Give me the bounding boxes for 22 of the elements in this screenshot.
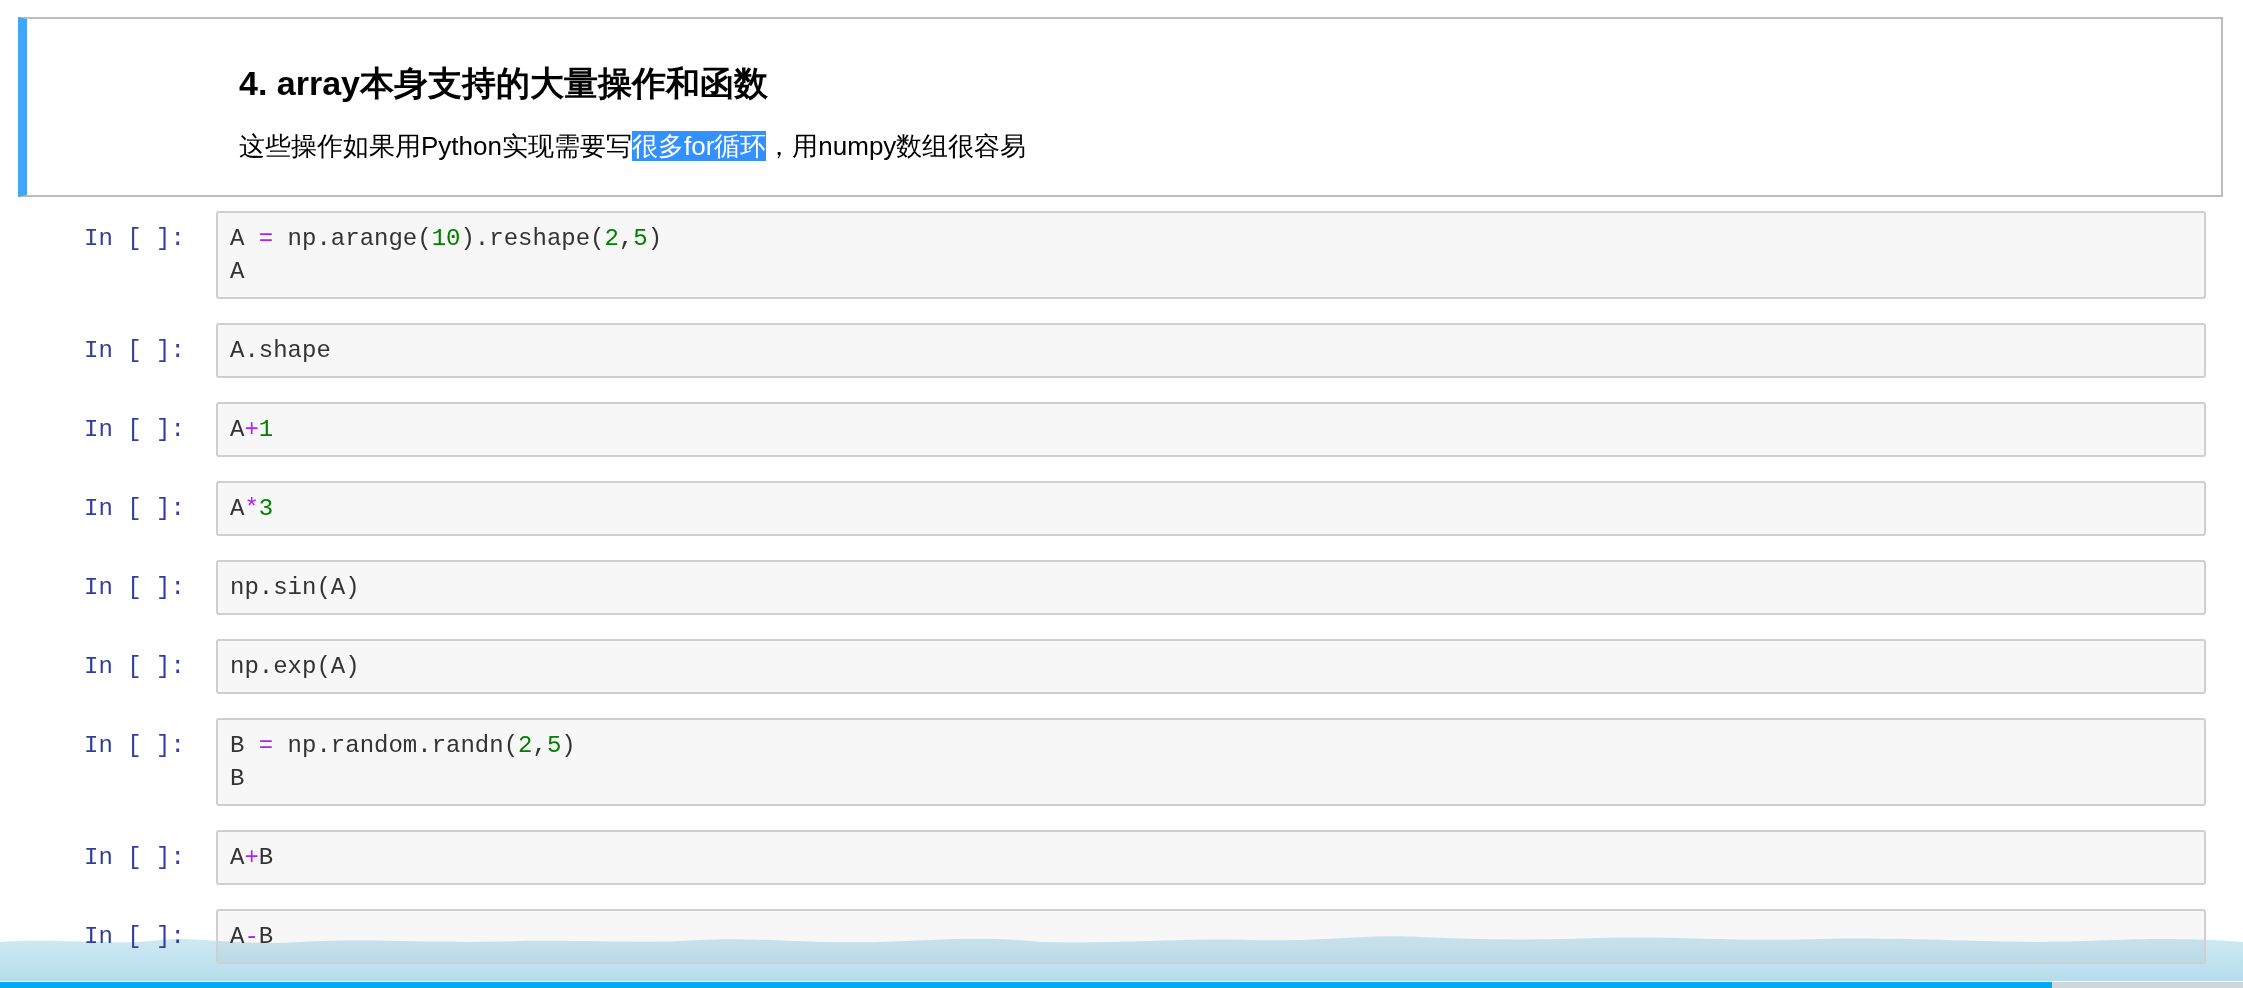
code-input[interactable]: B = np.random.randn(2,5) B bbox=[216, 718, 2206, 806]
input-prompt: In [ ]: bbox=[84, 922, 186, 950]
input-prompt: In [ ]: bbox=[84, 494, 186, 522]
input-prompt: In [ ]: bbox=[84, 336, 186, 364]
section-heading: 4. array本身支持的大量操作和函数 bbox=[239, 63, 768, 104]
input-prompt: In [ ]: bbox=[84, 843, 186, 871]
paragraph: 这些操作如果用Python实现需要写很多for循环，用numpy数组很容易 bbox=[239, 130, 1027, 163]
code-input[interactable]: np.sin(A) bbox=[216, 560, 2206, 615]
code-input[interactable]: A+1 bbox=[216, 402, 2206, 457]
code-input[interactable]: A+B bbox=[216, 830, 2206, 885]
input-prompt: In [ ]: bbox=[84, 731, 186, 759]
progress-bar[interactable] bbox=[0, 982, 2243, 988]
code-input[interactable]: A*3 bbox=[216, 481, 2206, 536]
code-input[interactable]: A = np.arange(10).reshape(2,5) A bbox=[216, 211, 2206, 299]
code-input[interactable]: A-B bbox=[216, 909, 2206, 964]
input-prompt: In [ ]: bbox=[84, 573, 186, 601]
input-prompt: In [ ]: bbox=[84, 224, 186, 252]
code-input[interactable]: np.exp(A) bbox=[216, 639, 2206, 694]
input-prompt: In [ ]: bbox=[84, 415, 186, 443]
markdown-cell[interactable]: 4. array本身支持的大量操作和函数 这些操作如果用Python实现需要写很多for循环，用numpy数组很容易 bbox=[18, 17, 2223, 197]
code-input[interactable]: A.shape bbox=[216, 323, 2206, 378]
input-prompt: In [ ]: bbox=[84, 652, 186, 680]
